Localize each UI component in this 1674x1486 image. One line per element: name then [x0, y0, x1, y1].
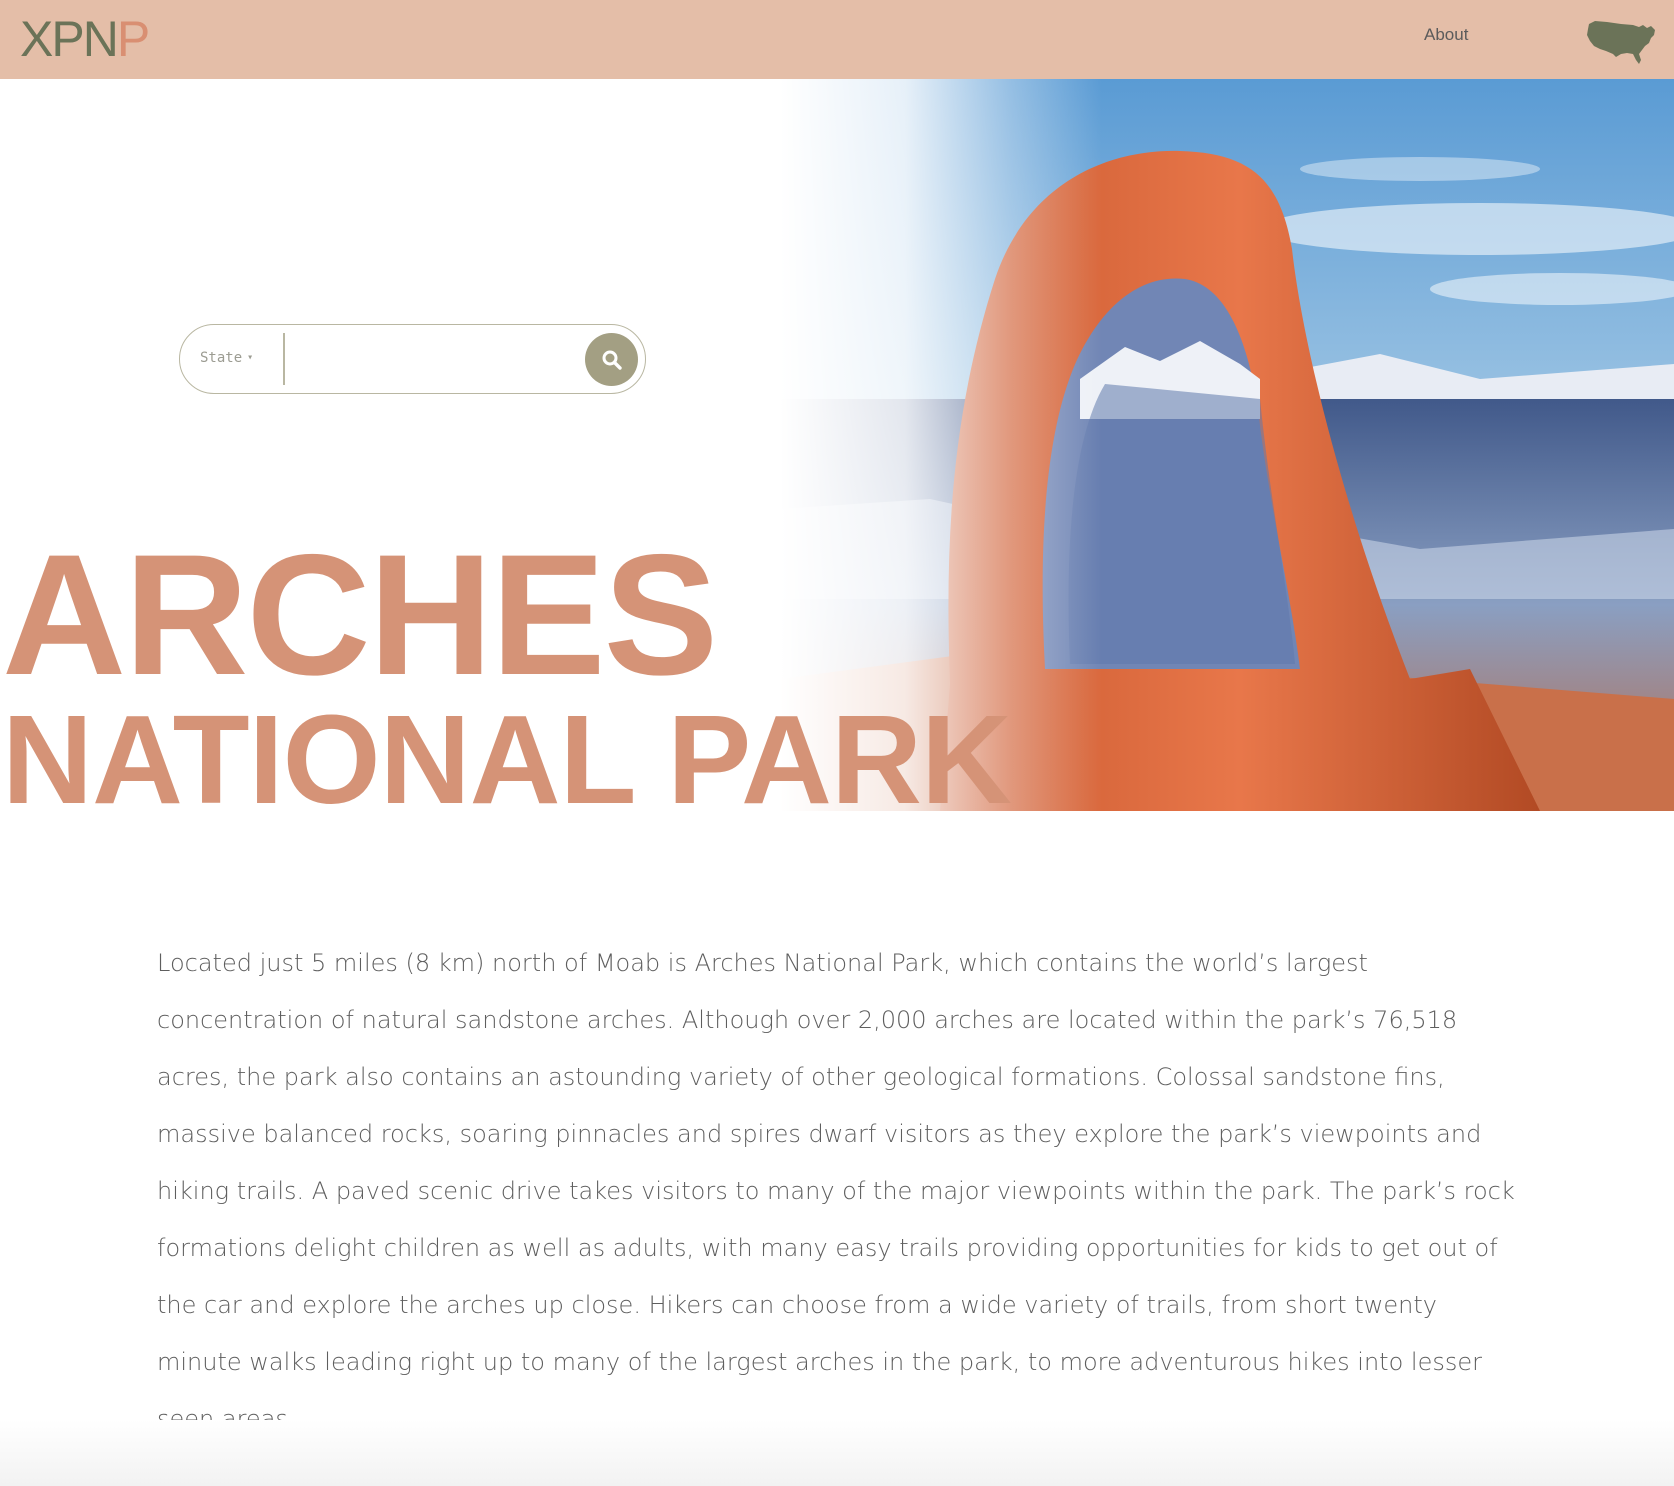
state-dropdown-label: State	[200, 350, 243, 366]
park-description: Located just 5 miles (8 km) north of Moa…	[157, 949, 1515, 1433]
nav-about-link[interactable]: About	[1424, 25, 1468, 45]
search-icon	[602, 350, 622, 370]
search-divider	[283, 333, 285, 385]
hero-section: State ▾ ARCHES NATIONAL PARK	[0, 79, 1674, 811]
search-input[interactable]	[295, 337, 585, 381]
park-search-bar: State ▾	[179, 324, 646, 394]
search-button[interactable]	[585, 333, 638, 386]
park-title-line2: NATIONAL PARK	[2, 689, 1012, 812]
top-navbar: XPNP About	[0, 0, 1674, 79]
logo-text-accent: P	[116, 11, 150, 67]
chevron-down-icon: ▾	[247, 352, 254, 363]
park-title-line1: ARCHES	[2, 519, 718, 711]
logo-text-main: XPN	[20, 11, 119, 67]
page-bottom-shade	[0, 1420, 1674, 1486]
state-dropdown[interactable]: State ▾	[200, 350, 253, 366]
usa-map-icon[interactable]	[1585, 16, 1659, 66]
site-logo[interactable]: XPNP	[20, 11, 150, 67]
